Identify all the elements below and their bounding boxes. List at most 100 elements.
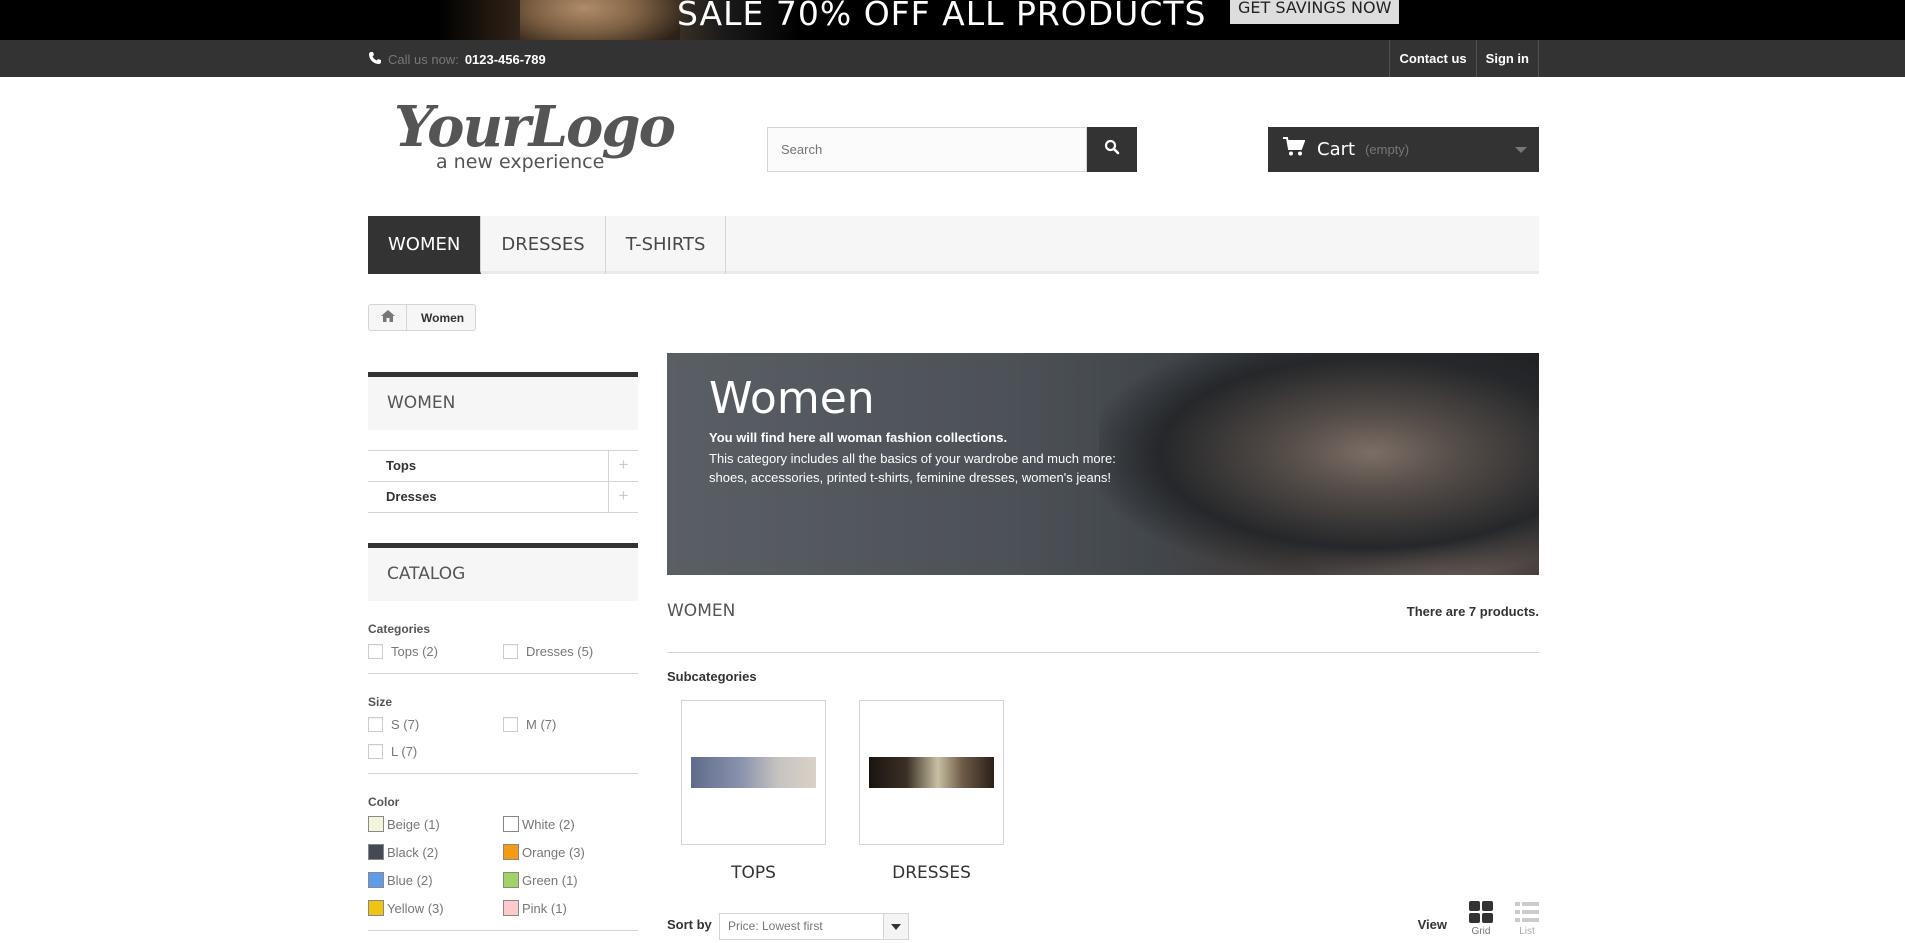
- checkbox[interactable]: [503, 716, 518, 732]
- filter-title: Categories: [368, 622, 431, 636]
- logo-tagline: a new experience: [436, 151, 605, 173]
- color-filter-option[interactable]: Yellow (3): [368, 900, 503, 916]
- subcategory-image[interactable]: [859, 700, 1004, 845]
- subcategory-tops[interactable]: TOPS: [681, 700, 826, 883]
- catalog-block-title: CATALOG: [368, 543, 638, 601]
- category-heading: WOMEN There are 7 products.: [667, 601, 1539, 653]
- color-swatch[interactable]: [368, 816, 384, 832]
- checkbox[interactable]: [503, 643, 518, 659]
- tops-thumbnail: [691, 757, 816, 788]
- subcategory-name[interactable]: TOPS: [681, 863, 826, 883]
- filter-option-label: Dresses (5): [526, 643, 594, 659]
- category-banner-description: This category includes all the basics of…: [709, 451, 1116, 485]
- chevron-down-icon[interactable]: [883, 914, 908, 939]
- cart-button[interactable]: Cart (empty): [1268, 127, 1539, 172]
- cart-icon: [1283, 137, 1306, 162]
- color-filter-option[interactable]: Pink (1): [503, 900, 638, 916]
- color-swatch[interactable]: [368, 844, 384, 860]
- filter-color: Color Beige (1) White (2) Black (2) Orange …: [368, 795, 638, 931]
- filter-option[interactable]: S (7): [368, 716, 503, 732]
- color-filter-label: Yellow (3): [387, 900, 444, 916]
- color-filter-option[interactable]: Orange (3): [503, 844, 638, 860]
- expand-icon[interactable]: +: [608, 451, 638, 481]
- color-swatch[interactable]: [503, 872, 519, 888]
- color-swatch[interactable]: [368, 900, 384, 916]
- promo-model-image: [520, 0, 680, 40]
- expand-icon[interactable]: +: [608, 482, 638, 512]
- call-us: Call us now: 0123-456-789: [368, 51, 546, 68]
- view-list-label: List: [1519, 926, 1535, 937]
- header: YourLogo a new experience Cart (empty): [0, 77, 1905, 217]
- filter-option[interactable]: L (7): [368, 743, 503, 759]
- dresses-thumbnail: [869, 757, 994, 788]
- checkbox[interactable]: [368, 716, 383, 732]
- color-filter-option[interactable]: Black (2): [368, 844, 503, 860]
- sort-label: Sort by: [667, 917, 712, 932]
- filter-option-label: Tops (2): [391, 643, 438, 659]
- color-filter-label: Orange (3): [522, 844, 585, 860]
- color-swatch[interactable]: [503, 844, 519, 860]
- grid-icon: [1469, 901, 1493, 926]
- contact-us-link[interactable]: Contact us: [1390, 40, 1477, 77]
- list-icon: [1515, 902, 1539, 926]
- call-label: Call us now:: [388, 52, 459, 67]
- filter-option[interactable]: Tops (2): [368, 643, 503, 659]
- product-count: There are 7 products.: [1406, 604, 1539, 619]
- color-swatch[interactable]: [368, 872, 384, 888]
- subcategory-image[interactable]: [681, 700, 826, 845]
- promo-banner[interactable]: SALE 70% OFF ALL PRODUCTS GET SAVINGS NO…: [0, 0, 1905, 40]
- category-model-image: [1099, 353, 1539, 575]
- filter-size: Size S (7) M (7) L (7): [368, 695, 638, 774]
- category-item-label: Dresses: [386, 489, 437, 504]
- sort-select-value: Price: Lowest first: [728, 919, 823, 933]
- sort-select[interactable]: Price: Lowest first: [719, 913, 909, 940]
- logo-main-text: YourLogo: [394, 94, 676, 160]
- main-content: Women You will find here all woman fashi…: [667, 353, 1539, 943]
- promo-cta-button[interactable]: GET SAVINGS NOW: [1230, 0, 1400, 24]
- color-filter-option[interactable]: Beige (1): [368, 816, 503, 832]
- filter-option[interactable]: Dresses (5): [503, 643, 638, 659]
- category-banner-subtitle: You will find here all woman fashion col…: [709, 430, 1008, 445]
- top-links: Contact us Sign in: [1389, 40, 1539, 77]
- menu-item-dresses[interactable]: DRESSES: [481, 216, 606, 274]
- view-list-button[interactable]: List: [1515, 901, 1539, 937]
- left-sidebar: WOMEN Tops + Dresses + CATALOG Categorie…: [368, 372, 638, 931]
- color-swatch[interactable]: [503, 816, 519, 832]
- home-icon: [380, 310, 395, 325]
- chevron-down-icon: [1515, 147, 1527, 153]
- subcategory-name[interactable]: DRESSES: [859, 863, 1004, 883]
- top-bar: Call us now: 0123-456-789 Contact us Sig…: [0, 40, 1905, 77]
- cart-status: (empty): [1365, 142, 1410, 157]
- view-label: View: [1417, 917, 1447, 932]
- checkbox[interactable]: [368, 743, 383, 759]
- sort-bar: Sort by Price: Lowest first View Grid Li…: [667, 901, 1539, 943]
- menu-item-t-shirts[interactable]: T-SHIRTS: [606, 216, 727, 274]
- search-icon: [1104, 139, 1120, 160]
- sign-in-link[interactable]: Sign in: [1477, 40, 1539, 77]
- breadcrumb-current: Women: [421, 310, 465, 325]
- breadcrumb-home[interactable]: [369, 305, 407, 330]
- filter-option-label: L (7): [391, 743, 418, 759]
- site-logo[interactable]: YourLogo a new experience: [394, 99, 679, 179]
- menu-item-women[interactable]: WOMEN: [368, 216, 482, 274]
- search-button[interactable]: [1087, 127, 1137, 172]
- search-input[interactable]: [767, 127, 1087, 172]
- color-filter-option[interactable]: Blue (2): [368, 872, 503, 888]
- subcategory-dresses[interactable]: DRESSES: [859, 700, 1004, 883]
- view-grid-button[interactable]: Grid: [1469, 901, 1493, 937]
- category-item-dresses[interactable]: Dresses +: [368, 482, 638, 513]
- cart-label: Cart: [1317, 139, 1356, 160]
- subcategories-title: Subcategories: [667, 669, 757, 684]
- color-filter-option[interactable]: Green (1): [503, 872, 638, 888]
- category-item-tops[interactable]: Tops +: [368, 451, 638, 482]
- color-filter-option[interactable]: White (2): [503, 816, 638, 832]
- color-filter-label: Beige (1): [387, 816, 440, 832]
- filter-option-label: M (7): [526, 716, 557, 732]
- subcategory-list: TOPS DRESSES: [681, 700, 1539, 883]
- category-banner-title: Women: [709, 373, 875, 424]
- checkbox[interactable]: [368, 643, 383, 659]
- color-filter-label: Pink (1): [522, 900, 567, 916]
- category-tree: Tops + Dresses +: [368, 450, 638, 513]
- color-swatch[interactable]: [503, 900, 519, 916]
- filter-option[interactable]: M (7): [503, 716, 638, 732]
